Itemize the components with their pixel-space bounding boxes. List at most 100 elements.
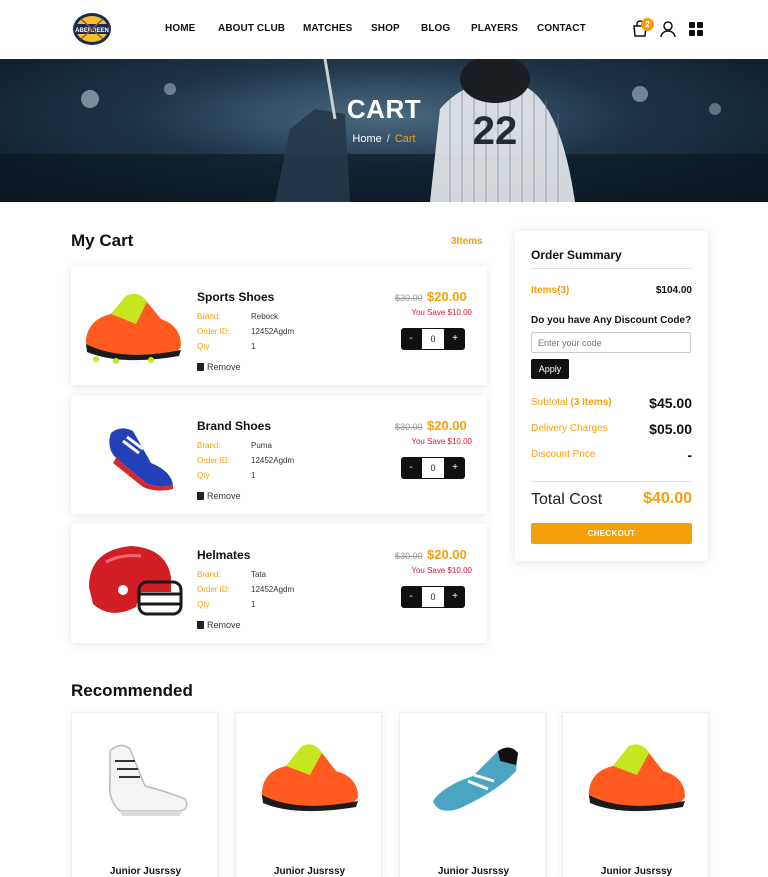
order-id-value: 12452Agdm [251, 327, 295, 336]
recommended-product-name[interactable]: Junior Jusrssy [563, 866, 710, 877]
order-summary-title: Order Summary [531, 248, 622, 262]
recommended-product-card[interactable]: Junior Jusrssy [71, 712, 218, 877]
subtotal-text: Subtotal [531, 397, 568, 408]
orange-cleats-image [261, 744, 358, 812]
increment-button[interactable]: + [445, 457, 465, 479]
grid-menu-icon[interactable] [687, 20, 705, 38]
subtotal-label: Subtotal (3 Items) [531, 397, 612, 408]
breadcrumb: Home / Cart [0, 133, 768, 145]
teal-cleat-image [433, 747, 518, 811]
user-icon[interactable] [659, 20, 677, 38]
delivery-label: Delivery Charges [531, 423, 608, 434]
discount-label: Discount Price [531, 449, 596, 460]
discount-code-input[interactable] [531, 332, 691, 353]
brand-value: Rebock [251, 312, 279, 321]
remove-button[interactable]: Remove [197, 491, 241, 501]
nav-players[interactable]: PLAYERS [471, 23, 518, 34]
increment-button[interactable]: + [445, 586, 465, 608]
recommended-product-name[interactable]: Junior Jusrssy [72, 866, 219, 877]
total-cost-label: Total Cost [531, 491, 603, 508]
decrement-button[interactable]: - [401, 328, 421, 350]
original-price: $30.00 [395, 551, 423, 561]
page-title: CART [346, 94, 422, 124]
quantity-stepper: - 0 + [401, 328, 465, 350]
recommended-product-card[interactable]: Junior Jusrssy [235, 712, 382, 877]
decrement-button[interactable]: - [401, 457, 421, 479]
quantity-stepper: - 0 + [401, 457, 465, 479]
brand-label: Brand: [197, 312, 221, 321]
subtotal-items: (3 Items) [570, 397, 612, 408]
increment-button[interactable]: + [445, 328, 465, 350]
original-price: $30.00 [395, 293, 423, 303]
red-helmet-image [89, 546, 183, 616]
product-name[interactable]: Sports Shoes [197, 290, 274, 304]
subtotal-value: $45.00 [649, 395, 692, 411]
original-price: $30.00 [395, 422, 423, 432]
items-label: Items(3) [531, 285, 570, 296]
quantity-stepper: - 0 + [401, 586, 465, 608]
apply-button[interactable]: Apply [531, 359, 569, 379]
cart-items-count: 3Items [451, 236, 483, 247]
decrement-button[interactable]: - [401, 586, 421, 608]
order-id-value: 12452Agdm [251, 585, 295, 594]
delivery-value: $05.00 [649, 421, 692, 437]
quantity-value[interactable]: 0 [422, 458, 444, 478]
product-name[interactable]: Helmates [197, 548, 250, 562]
sale-price: $20.00 [427, 547, 467, 562]
divider [531, 268, 692, 269]
product-name[interactable]: Brand Shoes [197, 419, 271, 433]
cart-item: Helmates Brand: Tata Order ID: 12452Agdm Q… [71, 524, 487, 643]
qty-value: 1 [251, 600, 256, 609]
recommended-heading: Recommended [71, 681, 193, 700]
white-sneakers-image [108, 744, 188, 816]
blue-cleats-image [109, 428, 173, 491]
remove-label: Remove [207, 620, 241, 630]
remove-button[interactable]: Remove [197, 362, 241, 372]
savings-text: You Save $10.00 [411, 566, 472, 575]
club-logo[interactable]: ABERDEEN [71, 11, 113, 47]
nav-matches[interactable]: MATCHES [303, 23, 352, 34]
trash-icon [197, 621, 204, 629]
my-cart-heading: My Cart [71, 231, 134, 250]
cart-item: Brand Shoes Brand: Puma Order ID: 12452Agd… [71, 395, 487, 514]
nav-about-club[interactable]: ABOUT CLUB [218, 23, 285, 34]
quantity-value[interactable]: 0 [422, 587, 444, 607]
qty-label: Qty [197, 342, 210, 351]
nav-shop[interactable]: SHOP [371, 23, 400, 34]
orange-cleats-image [588, 744, 685, 812]
divider [531, 481, 692, 482]
remove-label: Remove [207, 362, 241, 372]
breadcrumb-separator: / [386, 133, 390, 145]
qty-label: Qty [197, 600, 210, 609]
qty-value: 1 [251, 342, 256, 351]
recommended-product-card[interactable]: Junior Jusrssy [562, 712, 709, 877]
nav-contact[interactable]: CONTACT [537, 23, 586, 34]
sale-price: $20.00 [427, 289, 467, 304]
nav-blog[interactable]: BLOG [421, 23, 450, 34]
trash-icon [197, 492, 204, 500]
breadcrumb-home[interactable]: Home [352, 133, 381, 145]
stadium-batter-illustration: 22 [0, 59, 768, 202]
order-id-value: 12452Agdm [251, 456, 295, 465]
checkout-button[interactable]: CHECKOUT [531, 523, 692, 544]
order-id-label: Order ID: [197, 456, 230, 465]
order-id-label: Order ID: [197, 585, 230, 594]
page-banner: 22 CART Home / Cart [0, 59, 768, 202]
remove-label: Remove [207, 491, 241, 501]
site-header: ABERDEEN HOME ABOUT CLUB MATCHES SHOP BL… [0, 0, 768, 59]
breadcrumb-current: Cart [394, 133, 416, 145]
trash-icon [197, 363, 204, 371]
savings-text: You Save $10.00 [411, 437, 472, 446]
discount-value: - [687, 447, 692, 463]
nav-home[interactable]: HOME [165, 23, 195, 34]
recommended-product-name[interactable]: Junior Jusrssy [400, 866, 547, 877]
recommended-product-card[interactable]: Junior Jusrssy [399, 712, 546, 877]
order-id-label: Order ID: [197, 327, 230, 336]
order-summary-panel: Order Summary Items(3) $104.00 Do you ha… [515, 231, 708, 561]
quantity-value[interactable]: 0 [422, 329, 444, 349]
brand-value: Tata [251, 570, 267, 579]
brand-label: Brand: [197, 570, 221, 579]
remove-button[interactable]: Remove [197, 620, 241, 630]
qty-label: Qty [197, 471, 210, 480]
recommended-product-name[interactable]: Junior Jusrssy [236, 866, 383, 877]
